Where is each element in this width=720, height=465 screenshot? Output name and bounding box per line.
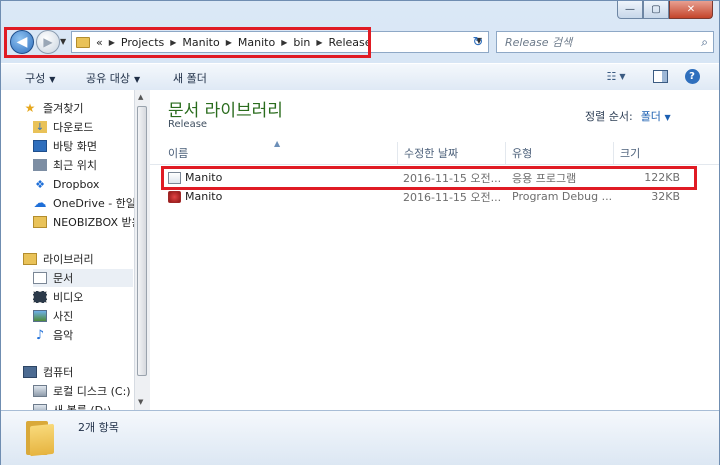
nav-scrollbar[interactable]: ▲ ▼: [134, 90, 150, 410]
share-menu[interactable]: 공유 대상 ▼: [86, 70, 140, 86]
nav-pictures[interactable]: 사진: [33, 307, 73, 325]
folder-icon: [26, 419, 56, 457]
nav-music[interactable]: ♪ 음악: [33, 326, 73, 344]
library-icon: [23, 253, 37, 265]
refresh-button[interactable]: ↻: [467, 31, 489, 53]
arrange-by: 정렬 순서: 폴더 ▼: [585, 110, 671, 123]
star-icon: ★: [24, 101, 36, 115]
maximize-button[interactable]: ▢: [643, 1, 669, 19]
nav-libraries[interactable]: 라이브러리: [23, 250, 94, 268]
nav-onedrive[interactable]: ☁ OneDrive - 한일: [33, 194, 136, 212]
scroll-up-icon[interactable]: ▲: [138, 93, 143, 101]
folder-icon: [33, 216, 47, 228]
column-type[interactable]: 유형: [506, 142, 614, 164]
nav-downloads[interactable]: ↓ 다운로드: [33, 118, 93, 136]
file-row-highlight-box: [161, 166, 697, 190]
scroll-thumb[interactable]: [137, 106, 147, 376]
downloads-icon: ↓: [33, 121, 47, 133]
column-date-modified[interactable]: 수정한 날짜: [398, 142, 506, 164]
nav-neobizbox[interactable]: NEOBIZBOX 받은: [33, 213, 142, 231]
drive-icon: [33, 385, 47, 397]
column-size[interactable]: 크기: [614, 142, 694, 164]
arrange-by-dropdown[interactable]: 폴더 ▼: [641, 110, 671, 123]
preview-pane-icon[interactable]: [652, 68, 668, 85]
nav-computer[interactable]: 컴퓨터: [23, 363, 73, 381]
column-name[interactable]: 이름: [162, 142, 398, 164]
scroll-down-icon[interactable]: ▼: [138, 398, 143, 406]
address-highlight-box: [4, 27, 371, 58]
nav-favorites[interactable]: ★ 즐겨찾기: [23, 99, 84, 117]
search-input[interactable]: Release 검색 ⌕: [496, 31, 714, 53]
nav-desktop[interactable]: 바탕 화면: [33, 137, 97, 155]
music-note-icon: ♪: [35, 327, 45, 343]
details-pane: 2개 항목: [1, 410, 719, 465]
organize-menu[interactable]: 구성 ▼: [25, 70, 55, 86]
search-placeholder: Release 검색: [505, 36, 573, 49]
command-bar: 구성 ▼ 공유 대상 ▼ 새 폴더 ☷ ▼ ?: [1, 63, 719, 91]
file-list-pane: 문서 라이브러리 Release 정렬 순서: 폴더 ▼ ▲ 이름 수정한 날짜 …: [150, 90, 719, 410]
close-button[interactable]: ✕: [669, 1, 713, 19]
new-folder-button[interactable]: 새 폴더: [173, 70, 207, 86]
navigation-pane: ★ 즐겨찾기 ↓ 다운로드 바탕 화면 최근 위치 ❖ Dropbox ☁ OneDri…: [1, 90, 150, 410]
minimize-button[interactable]: —: [617, 1, 643, 19]
pictures-icon: [33, 310, 47, 322]
search-icon[interactable]: ⌕: [701, 35, 708, 50]
view-options-icon[interactable]: ☷ ▼: [601, 68, 631, 85]
nav-videos[interactable]: 비디오: [33, 288, 83, 306]
nav-documents[interactable]: 문서: [33, 269, 133, 287]
computer-icon: [23, 366, 37, 378]
dropbox-icon: ❖: [35, 177, 45, 191]
help-icon[interactable]: ?: [684, 68, 700, 85]
nav-local-disk[interactable]: 로컬 디스크 (C:): [33, 382, 131, 400]
nav-recent[interactable]: 최근 위치: [33, 156, 97, 174]
desktop-icon: [33, 140, 47, 152]
nav-new-volume[interactable]: 새 볼륨 (D:): [33, 401, 111, 410]
explorer-window: — ▢ ✕ ◀ ▶ ▼ « ▶ Projects ▶ Manito ▶ Mani…: [0, 0, 720, 465]
library-subtitle: Release: [168, 119, 208, 130]
cloud-icon: ☁: [33, 195, 47, 211]
library-title: 문서 라이브러리: [168, 101, 283, 121]
debug-database-icon: [168, 190, 181, 203]
nav-dropbox[interactable]: ❖ Dropbox: [33, 175, 99, 193]
caption-buttons: — ▢ ✕: [617, 1, 713, 19]
recent-places-icon: [33, 159, 47, 171]
column-header-row: 이름 수정한 날짜 유형 크기: [150, 142, 719, 165]
item-count: 2개 항목: [78, 421, 119, 434]
refresh-icon: ↻: [472, 34, 484, 50]
documents-icon: [33, 272, 47, 284]
film-icon: [33, 291, 47, 303]
